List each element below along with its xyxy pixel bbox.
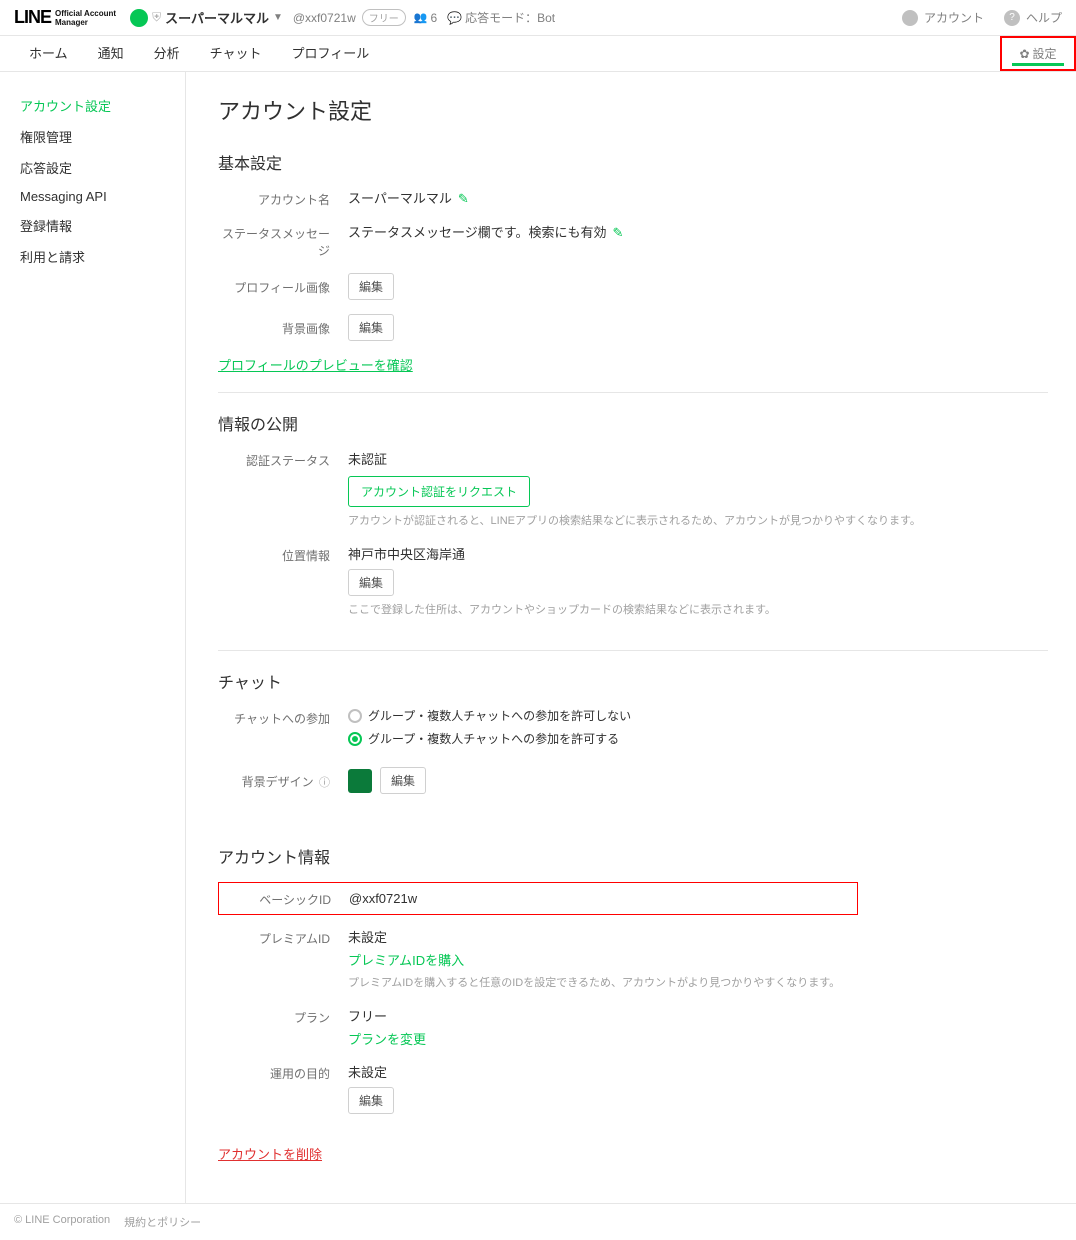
basic-id-label: ベーシックID bbox=[219, 889, 349, 908]
premium-id-value: 未設定 bbox=[348, 927, 1048, 946]
nav-home[interactable]: ホーム bbox=[14, 36, 83, 71]
nav-analytics[interactable]: 分析 bbox=[139, 36, 195, 71]
section-chat: チャット チャットへの参加 グループ・複数人チャットへの参加を許可しない グルー… bbox=[218, 669, 1048, 826]
chat-join-label: チャットへの参加 bbox=[218, 707, 348, 727]
basic-id-value: @xxf0721w bbox=[349, 891, 857, 906]
status-value: ステータスメッセージ欄です。検索にも有効 bbox=[348, 225, 606, 240]
sidebar-item-permissions[interactable]: 権限管理 bbox=[0, 121, 185, 152]
verify-label: 認証ステータス bbox=[218, 449, 348, 469]
member-count: 👥6 bbox=[414, 11, 437, 25]
status-label: ステータスメッセージ bbox=[218, 222, 348, 259]
nav-notifications[interactable]: 通知 bbox=[83, 36, 139, 71]
chat-icon: 💬 bbox=[447, 11, 462, 25]
nav-settings[interactable]: ✿設定 bbox=[1000, 36, 1076, 71]
radio-icon bbox=[348, 709, 362, 723]
sidebar-item-response[interactable]: 応答設定 bbox=[0, 152, 185, 183]
account-menu[interactable]: アカウント bbox=[924, 9, 984, 26]
edit-bg-image-button[interactable]: 編集 bbox=[348, 314, 394, 341]
main-nav: ホーム 通知 分析 チャット プロフィール ✿設定 bbox=[0, 36, 1076, 72]
plan-badge: フリー bbox=[362, 9, 406, 26]
edit-profile-image-button[interactable]: 編集 bbox=[348, 273, 394, 300]
request-verification-button[interactable]: アカウント認証をリクエスト bbox=[348, 476, 530, 507]
location-value: 神戸市中央区海岸通 bbox=[348, 544, 1048, 563]
people-icon: 👥 bbox=[414, 11, 428, 24]
verify-value: 未認証 bbox=[348, 449, 1048, 468]
account-name[interactable]: スーパーマルマル bbox=[165, 8, 269, 27]
basic-heading: 基本設定 bbox=[218, 150, 1048, 174]
change-plan-link[interactable]: プランを変更 bbox=[348, 1032, 426, 1047]
premium-id-label: プレミアムID bbox=[218, 927, 348, 947]
buy-premium-id-link[interactable]: プレミアムIDを購入 bbox=[348, 953, 464, 968]
account-name-label: アカウント名 bbox=[218, 188, 348, 208]
location-label: 位置情報 bbox=[218, 544, 348, 564]
basic-id-row: ベーシックID @xxf0721w bbox=[218, 882, 858, 915]
sidebar-item-registration[interactable]: 登録情報 bbox=[0, 210, 185, 241]
policy-link[interactable]: 規約とポリシー bbox=[124, 1214, 201, 1230]
logo: LINE bbox=[14, 7, 51, 28]
gear-icon: ✿ bbox=[1019, 47, 1029, 61]
purpose-value: 未設定 bbox=[348, 1062, 1048, 1081]
radio-icon bbox=[348, 732, 362, 746]
premium-hint: プレミアムIDを購入すると任意のIDを設定できるため、アカウントがより見つかりや… bbox=[348, 975, 1048, 992]
radio-join-on[interactable]: グループ・複数人チャットへの参加を許可する bbox=[348, 730, 1048, 747]
edit-location-button[interactable]: 編集 bbox=[348, 569, 394, 596]
help-link[interactable]: ヘルプ bbox=[1026, 9, 1062, 26]
section-account-info: アカウント情報 ベーシックID @xxf0721w プレミアムID 未設定 プレ… bbox=[218, 844, 1048, 1114]
sidebar-item-billing[interactable]: 利用と請求 bbox=[0, 241, 185, 272]
radio-join-off[interactable]: グループ・複数人チャットへの参加を許可しない bbox=[348, 707, 1048, 724]
chat-bg-label: 背景デザイン ⓘ bbox=[218, 767, 348, 790]
page-title: アカウント設定 bbox=[218, 94, 1048, 126]
help-icon: ? bbox=[1004, 10, 1020, 26]
help-icon[interactable]: ⓘ bbox=[319, 777, 330, 789]
profile-image-label: プロフィール画像 bbox=[218, 273, 348, 296]
main-content: アカウント設定 基本設定 アカウント名 スーパーマルマル ✎ ステータスメッセージ… bbox=[186, 72, 1076, 1203]
account-handle: @xxf0721w bbox=[293, 11, 356, 25]
disclosure-heading: 情報の公開 bbox=[218, 411, 1048, 435]
purpose-label: 運用の目的 bbox=[218, 1062, 348, 1082]
bg-color-swatch[interactable] bbox=[348, 769, 372, 793]
delete-account-link[interactable]: アカウントを削除 bbox=[218, 1147, 322, 1162]
edit-chat-bg-button[interactable]: 編集 bbox=[380, 767, 426, 794]
edit-status-icon[interactable]: ✎ bbox=[612, 225, 623, 240]
verified-shield-icon: ⛨ bbox=[152, 10, 161, 25]
account-name-value: スーパーマルマル bbox=[348, 191, 452, 206]
sidebar-item-messaging-api[interactable]: Messaging API bbox=[0, 183, 185, 210]
topbar: LINE Official AccountManager ⛨ スーパーマルマル … bbox=[0, 0, 1076, 36]
nav-profile[interactable]: プロフィール bbox=[277, 36, 385, 71]
section-disclosure: 情報の公開 認証ステータス 未認証 アカウント認証をリクエスト アカウントが認証… bbox=[218, 411, 1048, 651]
location-hint: ここで登録した住所は、アカウントやショップカードの検索結果などに表示されます。 bbox=[348, 602, 1048, 619]
nav-chat[interactable]: チャット bbox=[195, 36, 277, 71]
account-info-heading: アカウント情報 bbox=[218, 844, 1048, 868]
chevron-down-icon[interactable]: ▼ bbox=[273, 12, 283, 23]
verify-hint: アカウントが認証されると、LINEアプリの検索結果などに表示されるため、アカウン… bbox=[348, 513, 1048, 530]
plan-label: プラン bbox=[218, 1006, 348, 1026]
sidebar-item-account-settings[interactable]: アカウント設定 bbox=[0, 90, 185, 121]
user-icon bbox=[902, 10, 918, 26]
bg-image-label: 背景画像 bbox=[218, 314, 348, 337]
logo-subtitle: Official AccountManager bbox=[55, 9, 116, 27]
response-mode: 💬応答モード：Bot bbox=[447, 9, 555, 26]
account-avatar[interactable] bbox=[130, 9, 148, 27]
sidebar: アカウント設定 権限管理 応答設定 Messaging API 登録情報 利用と… bbox=[0, 72, 186, 1203]
profile-preview-link[interactable]: プロフィールのプレビューを確認 bbox=[218, 358, 413, 373]
edit-account-name-icon[interactable]: ✎ bbox=[458, 191, 469, 206]
edit-purpose-button[interactable]: 編集 bbox=[348, 1087, 394, 1114]
chat-heading: チャット bbox=[218, 669, 1048, 693]
plan-value: フリー bbox=[348, 1006, 1048, 1025]
footer: © LINE Corporation 規約とポリシー bbox=[0, 1203, 1076, 1240]
copyright: © LINE Corporation bbox=[14, 1214, 110, 1230]
section-basic: 基本設定 アカウント名 スーパーマルマル ✎ ステータスメッセージ ステータスメッ… bbox=[218, 150, 1048, 393]
